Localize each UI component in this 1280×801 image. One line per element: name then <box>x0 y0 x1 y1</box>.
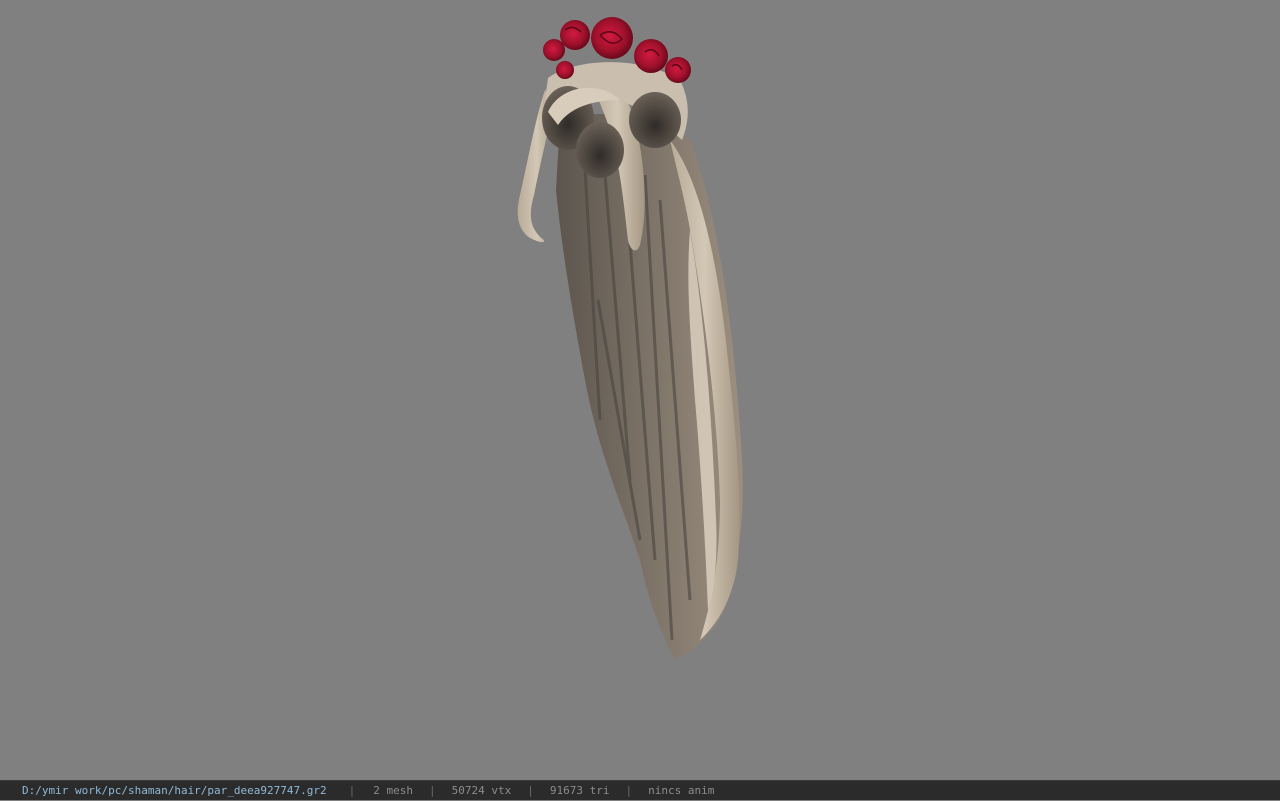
hair-bun-mid <box>576 122 624 178</box>
status-separator: | <box>348 784 356 797</box>
hair-model-render <box>517 17 743 661</box>
status-animation: nincs anim <box>648 784 715 797</box>
status-file-path: D:/ymir work/pc/shaman/hair/par_deea9277… <box>22 784 327 797</box>
hair-bun-right <box>629 92 681 148</box>
status-separator: | <box>527 784 534 797</box>
status-separator: | <box>625 784 633 797</box>
status-vertex-count: 50724 vtx <box>451 784 512 797</box>
status-triangle-count: 91673 tri <box>549 784 610 797</box>
3d-viewport[interactable] <box>0 0 1280 780</box>
status-mesh-count: 2 mesh <box>373 784 414 797</box>
status-bar: D:/ymir work/pc/shaman/hair/par_deea9277… <box>0 780 1280 800</box>
status-separator: | <box>429 784 436 797</box>
